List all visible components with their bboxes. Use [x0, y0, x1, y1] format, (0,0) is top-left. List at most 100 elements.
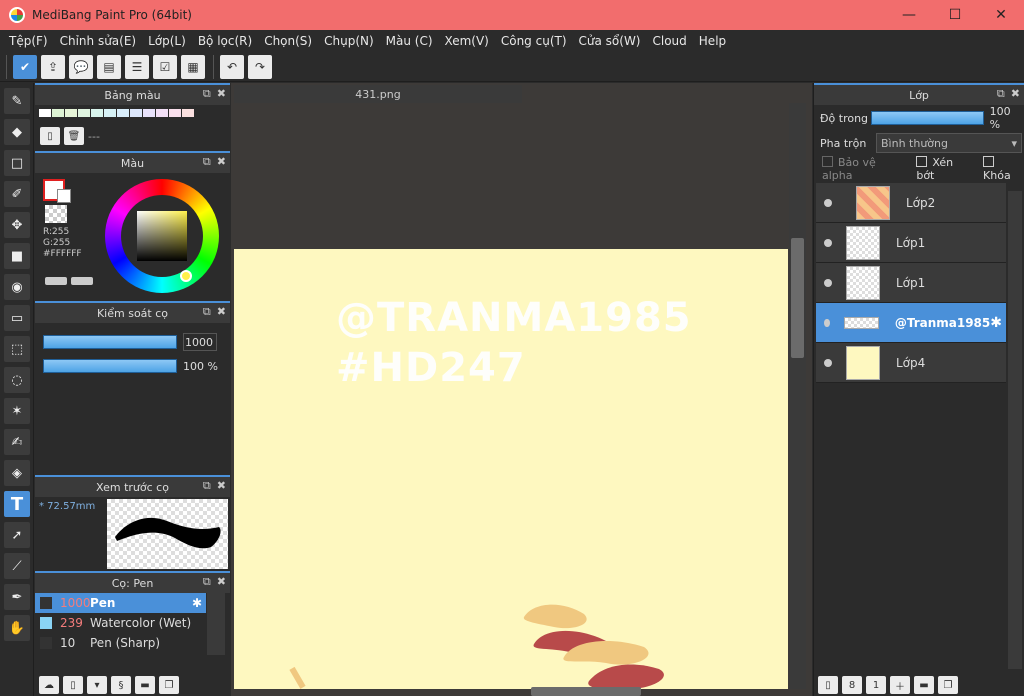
- maximize-button[interactable]: ☐: [932, 0, 978, 30]
- menu-file[interactable]: Tệp(F): [3, 30, 54, 52]
- visibility-icon[interactable]: [824, 278, 832, 287]
- brush-tool[interactable]: ✎: [4, 88, 30, 114]
- select-eraser-tool[interactable]: ◈: [4, 460, 30, 486]
- popout-icon[interactable]: ⧉: [203, 305, 211, 319]
- color-mode-button[interactable]: [45, 277, 67, 285]
- palette-swatch[interactable]: [65, 109, 77, 117]
- hue-handle[interactable]: [180, 270, 192, 282]
- shape-fill-tool[interactable]: ■: [4, 243, 30, 269]
- layer-list-scrollbar[interactable]: [1008, 191, 1022, 669]
- speech-bubble-button[interactable]: 💬: [69, 54, 93, 79]
- visibility-icon[interactable]: [824, 238, 832, 247]
- lock-checkbox[interactable]: Khóa: [983, 156, 1024, 182]
- duplicate-layer-button[interactable]: ❐: [938, 676, 958, 694]
- layer-folder-button[interactable]: ▬: [914, 676, 934, 694]
- menu-view[interactable]: Xem(V): [439, 30, 495, 52]
- visibility-icon[interactable]: [824, 318, 830, 327]
- new-brush-button[interactable]: ▯: [63, 676, 83, 694]
- transparent-color-swatch[interactable]: [45, 205, 67, 223]
- brush-item-pen-sharp[interactable]: 10 Pen (Sharp): [35, 633, 206, 653]
- layer-item[interactable]: Lớp4: [816, 343, 1006, 383]
- canvas-paper[interactable]: @TRANMA1985 #HD247: [234, 249, 788, 689]
- new-1bit-layer-button[interactable]: 1: [866, 676, 886, 694]
- add-layer-menu-button[interactable]: ＋: [890, 676, 910, 694]
- comment-button[interactable]: ▤: [97, 54, 121, 79]
- menu-edit[interactable]: Chỉnh sửa(E): [54, 30, 143, 52]
- layer-opacity-slider[interactable]: [871, 111, 984, 125]
- brush-size-value[interactable]: 1000: [183, 333, 217, 351]
- bucket-tool[interactable]: ◉: [4, 274, 30, 300]
- select-tool[interactable]: ⬚: [4, 336, 30, 362]
- eraser-tool[interactable]: ◆: [4, 119, 30, 145]
- brush-type-button[interactable]: ▾: [87, 676, 107, 694]
- cloud-brush-button[interactable]: ☁: [39, 676, 59, 694]
- gear-icon[interactable]: ✱: [192, 596, 202, 610]
- brush-settings-button[interactable]: §: [111, 676, 131, 694]
- popout-icon[interactable]: ⧉: [203, 479, 211, 493]
- canvas-vertical-scrollbar[interactable]: [789, 103, 806, 689]
- palette-swatch[interactable]: [52, 109, 64, 117]
- palette-swatch[interactable]: [104, 109, 116, 117]
- checklist-button[interactable]: ☑: [153, 54, 177, 79]
- layer-item-selected[interactable]: @Tranma1985 ✱: [816, 303, 1006, 343]
- delete-swatch-button[interactable]: 🗑: [64, 127, 84, 145]
- hue-wheel[interactable]: [105, 179, 219, 293]
- document-tab[interactable]: 431.png: [234, 85, 522, 103]
- layer-item[interactable]: Lớp1: [816, 223, 1006, 263]
- background-color-swatch[interactable]: [57, 189, 71, 203]
- close-icon[interactable]: ✖: [217, 155, 226, 169]
- close-icon[interactable]: ✖: [217, 87, 226, 101]
- palette-swatch[interactable]: [130, 109, 142, 117]
- blend-mode-select[interactable]: Bình thường ▾: [876, 133, 1022, 153]
- layer-item[interactable]: Lớp2: [816, 183, 1006, 223]
- menu-select[interactable]: Chọn(S): [258, 30, 318, 52]
- grid-button[interactable]: ▦: [181, 54, 205, 79]
- menu-snap[interactable]: Chụp(N): [318, 30, 380, 52]
- menu-layer[interactable]: Lớp(L): [142, 30, 192, 52]
- fill-brush-tool[interactable]: ✐: [4, 181, 30, 207]
- close-icon[interactable]: ✖: [217, 305, 226, 319]
- gradient-tool[interactable]: ▭: [4, 305, 30, 331]
- popout-icon[interactable]: ⧉: [203, 87, 211, 101]
- menu-color[interactable]: Màu (C): [380, 30, 439, 52]
- select-pen-tool[interactable]: ✍: [4, 429, 30, 455]
- menu-tools[interactable]: Công cụ(T): [495, 30, 573, 52]
- menu-filter[interactable]: Bộ lọc(R): [192, 30, 258, 52]
- undo-button[interactable]: ↶: [220, 54, 244, 79]
- gear-icon[interactable]: ✱: [990, 315, 1002, 331]
- hand-tool[interactable]: ✋: [4, 615, 30, 641]
- close-icon[interactable]: ✖: [217, 575, 226, 589]
- divide-tool[interactable]: ⟋: [4, 553, 30, 579]
- brush-item-pen[interactable]: 1000 Pen ✱: [35, 593, 206, 613]
- close-button[interactable]: ✕: [978, 0, 1024, 30]
- lasso-tool[interactable]: ◌: [4, 367, 30, 393]
- close-icon[interactable]: ✖: [217, 479, 226, 493]
- magic-wand-tool[interactable]: ✶: [4, 398, 30, 424]
- palette-swatch[interactable]: [169, 109, 181, 117]
- brush-size-slider[interactable]: [43, 335, 177, 349]
- scrollbar-thumb[interactable]: [791, 238, 804, 358]
- eyedropper-tool[interactable]: ✒: [4, 584, 30, 610]
- menu-window[interactable]: Cửa sổ(W): [573, 30, 647, 52]
- saturation-value-square[interactable]: [137, 211, 187, 261]
- canvas-horizontal-scrollbar[interactable]: [531, 687, 641, 696]
- brush-folder-button[interactable]: ▬: [135, 676, 155, 694]
- menu-cloud[interactable]: Cloud: [647, 30, 693, 52]
- close-icon[interactable]: ✖: [1011, 87, 1020, 101]
- brush-item-watercolor[interactable]: 239 Watercolor (Wet): [35, 613, 206, 633]
- new-layer-button[interactable]: ▯: [818, 676, 838, 694]
- palette-swatch[interactable]: [39, 109, 51, 117]
- visibility-icon[interactable]: [824, 358, 832, 367]
- palette-swatch[interactable]: [78, 109, 90, 117]
- popout-icon[interactable]: ⧉: [203, 155, 211, 169]
- new-palette-button[interactable]: ▯: [40, 127, 60, 145]
- clipping-checkbox[interactable]: Xén bớt: [916, 156, 971, 182]
- visibility-icon[interactable]: [824, 198, 832, 207]
- palette-swatch[interactable]: [91, 109, 103, 117]
- new-8bit-layer-button[interactable]: 8: [842, 676, 862, 694]
- palette-swatch[interactable]: [182, 109, 194, 117]
- duplicate-brush-button[interactable]: ❐: [159, 676, 179, 694]
- redo-button[interactable]: ↷: [248, 54, 272, 79]
- popout-icon[interactable]: ⧉: [203, 575, 211, 589]
- rectangle-tool[interactable]: □: [4, 150, 30, 176]
